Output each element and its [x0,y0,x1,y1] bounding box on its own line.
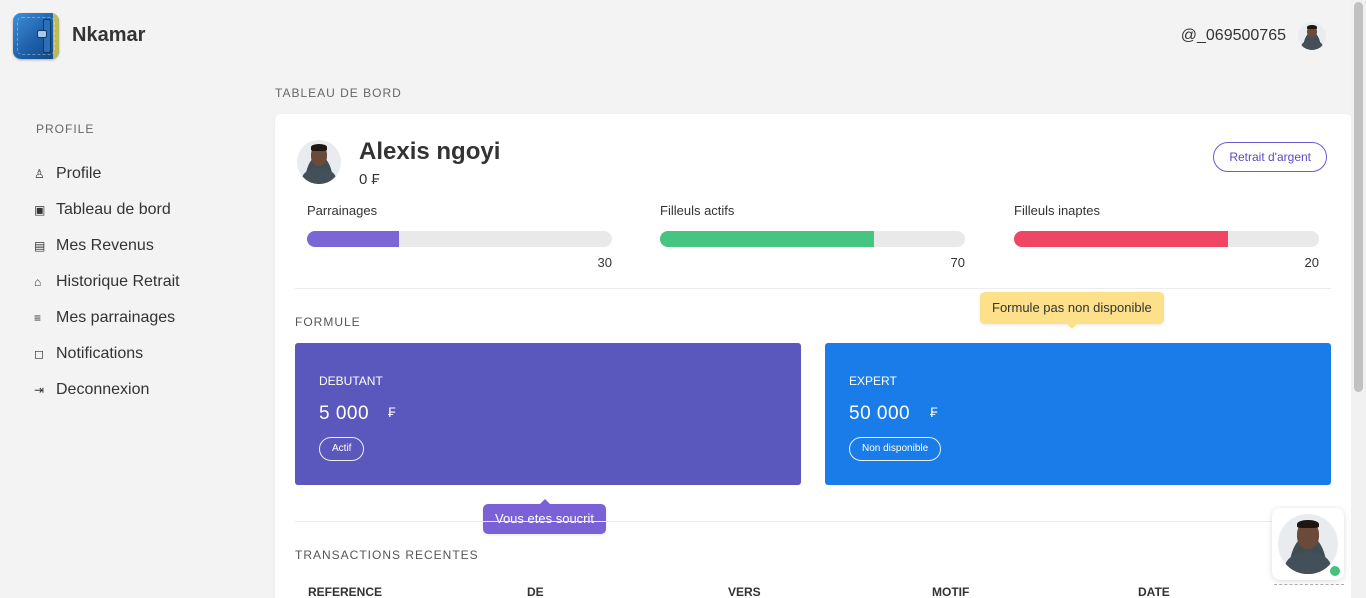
dashboard-card: Alexis ngoyi 0 ₣ Retrait d'argent Parrai… [275,114,1352,598]
breadcrumb: TABLEAU DE BORD [275,86,402,100]
app-logo[interactable] [13,13,59,59]
sidebar-item-label: Deconnexion [56,381,150,398]
sidebar-item-label: Mes parrainages [56,309,176,326]
withdraw-button[interactable]: Retrait d'argent [1213,142,1327,172]
plan-status-badge: Actif [319,437,365,461]
tooltip-text: Formule pas non disponible [992,300,1152,315]
plan-name: DEBUTANT [319,374,383,388]
stat-value: 30 [597,255,612,270]
message-icon: ◻ [34,347,44,361]
sidebar-item-historique-retrait[interactable]: ⌂ Historique Retrait [34,264,180,300]
sidebar-item-tableau-de-bord[interactable]: ▣ Tableau de bord [34,192,180,228]
sidebar-item-label: Profile [56,165,102,182]
user-handle[interactable]: @_069500765 [1181,27,1286,45]
sidebar-item-label: Tableau de bord [56,201,171,218]
scrollbar-thumb[interactable] [1354,2,1363,392]
sidebar-nav: ♙ Profile ▣ Tableau de bord ▤ Mes Revenu… [34,156,180,408]
formule-title: FORMULE [295,315,361,329]
plan-price: 50 000 [849,403,911,424]
stat-parrainages: Parrainages 30 [307,203,612,270]
stat-filleuls-actifs: Filleuls actifs 70 [660,203,965,270]
sidebar-item-profile[interactable]: ♙ Profile [34,156,180,192]
logo-clasp [37,30,47,38]
profile-name: Alexis ngoyi [359,138,501,165]
sidebar-item-notifications[interactable]: ◻ Notifications [34,336,180,372]
tooltip-arrow [1066,324,1077,329]
header-avatar[interactable] [1298,22,1326,50]
stat-label: Filleuls actifs [660,203,735,218]
id-card-icon: ▣ [34,203,46,217]
brand-name[interactable]: Nkamar [72,24,145,47]
profile-avatar [297,140,341,184]
stat-label: Parrainages [307,203,378,218]
chat-avatar [1278,514,1338,574]
bank-icon: ⌂ [34,275,42,289]
column-header-de[interactable]: DE [527,585,544,598]
user-list-icon: ≡ [34,311,42,325]
plan-price: 5 000 [319,403,370,424]
progress-fill [660,231,874,247]
divider [295,288,1331,289]
tooltip-text: Vous etes soucrit [495,511,594,526]
sidebar-title: PROFILE [36,122,95,136]
sidebar-item-label: Notifications [56,345,144,362]
sidebar-item-mes-parrainages[interactable]: ≡ Mes parrainages [34,300,180,336]
online-status-indicator [1328,564,1342,578]
stat-filleuls-inaptes: Filleuls inaptes 20 [1014,203,1319,270]
progress-track [660,231,965,247]
user-icon: ♙ [34,167,45,181]
progress-fill [307,231,399,247]
plan-card-debutant[interactable]: DEBUTANT 5 000 ₣ Actif [295,343,801,485]
column-header-vers[interactable]: VERS [728,585,761,598]
profile-balance: 0 ₣ [359,171,380,188]
plan-status-badge: Non disponible [849,437,942,461]
sidebar-item-label: Mes Revenus [56,237,154,254]
logout-icon: ⇥ [34,383,45,397]
stat-value: 20 [1304,255,1319,270]
plan-currency: ₣ [388,404,396,420]
tooltip-subscribed: Vous etes soucrit [483,499,606,534]
sidebar-item-mes-revenus[interactable]: ▤ Mes Revenus [34,228,180,264]
sidebar-item-deconnexion[interactable]: ⇥ Deconnexion [34,372,180,408]
chat-widget[interactable] [1272,508,1344,580]
plan-name: EXPERT [849,374,897,388]
tooltip-arrow [539,499,550,504]
sidebar-item-label: Historique Retrait [56,273,180,290]
tooltip-unavailable: Formule pas non disponible [980,292,1164,329]
progress-track [307,231,612,247]
transactions-title: TRANSACTIONS RECENTES [295,548,479,562]
column-header-reference[interactable]: REFERENCE [308,585,382,598]
progress-fill [1014,231,1228,247]
divider [295,521,1331,522]
stat-label: Filleuls inaptes [1014,203,1100,218]
money-icon: ▤ [34,239,46,253]
plan-currency: ₣ [930,404,938,420]
plan-card-expert[interactable]: EXPERT 50 000 ₣ Non disponible [825,343,1331,485]
page-scrollbar[interactable] [1351,0,1366,598]
column-header-date[interactable]: DATE [1138,585,1170,598]
column-header-motif[interactable]: MOTIF [932,585,969,598]
stat-value: 70 [950,255,965,270]
chat-underline [1274,584,1344,585]
progress-track [1014,231,1319,247]
